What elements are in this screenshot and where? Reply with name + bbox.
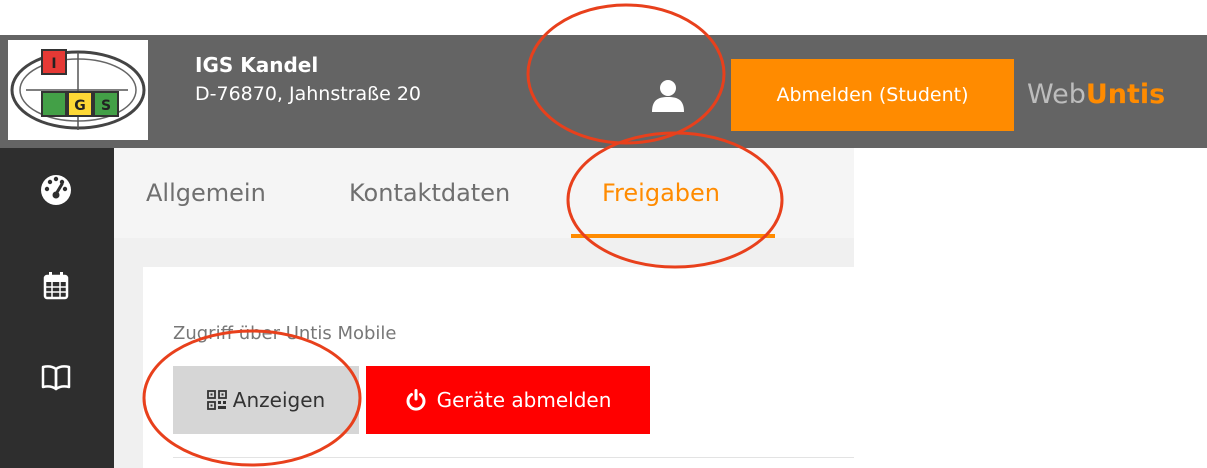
show-qr-button[interactable]: Anzeigen [173, 366, 359, 434]
tab-freigaben[interactable]: Freigaben [602, 176, 720, 210]
school-logo[interactable]: I G S [8, 40, 148, 140]
logout-button[interactable]: Abmelden (Student) [731, 59, 1014, 131]
panel-divider [173, 457, 854, 458]
school-logo-graphic: I G S [10, 49, 146, 130]
power-icon [406, 389, 426, 411]
user-icon[interactable] [650, 77, 686, 113]
dashboard-icon[interactable] [36, 168, 76, 208]
school-address: D-76870, Jahnstraße 20 [195, 83, 422, 105]
school-info: IGS Kandel D-76870, Jahnstraße 20 [195, 52, 421, 110]
brand-part-web: Web [1027, 79, 1086, 110]
main-content: Allgemein Kontaktdaten Freigaben Zugriff… [114, 148, 854, 468]
sidebar [0, 148, 114, 468]
tab-allgemein[interactable]: Allgemein [146, 176, 266, 210]
app-header: I G S IGS Kandel D-76870, Jahnstraße 20 … [0, 35, 1207, 148]
logout-devices-label: Geräte abmelden [436, 388, 612, 412]
webuntis-brand[interactable]: WebUntis [1027, 77, 1165, 113]
qr-code-icon [206, 390, 227, 410]
calendar-icon[interactable] [36, 266, 76, 306]
tab-kontaktdaten[interactable]: Kontaktdaten [349, 176, 510, 210]
school-name: IGS Kandel [195, 53, 319, 77]
tab-bar: Allgemein Kontaktdaten Freigaben [114, 148, 854, 238]
sharing-panel: Zugriff über Untis Mobile Anzeigen Gerät… [143, 267, 854, 468]
book-icon[interactable] [36, 357, 76, 397]
logo-letter-g: G [74, 98, 86, 114]
logout-devices-button[interactable]: Geräte abmelden [366, 366, 650, 434]
brand-part-untis: Untis [1085, 79, 1166, 110]
logo-letter-s: S [101, 98, 111, 114]
logo-letter-i: I [51, 56, 56, 72]
show-qr-label: Anzeigen [232, 388, 326, 412]
active-tab-indicator [571, 234, 775, 238]
untis-mobile-access-label: Zugriff über Untis Mobile [173, 323, 397, 344]
